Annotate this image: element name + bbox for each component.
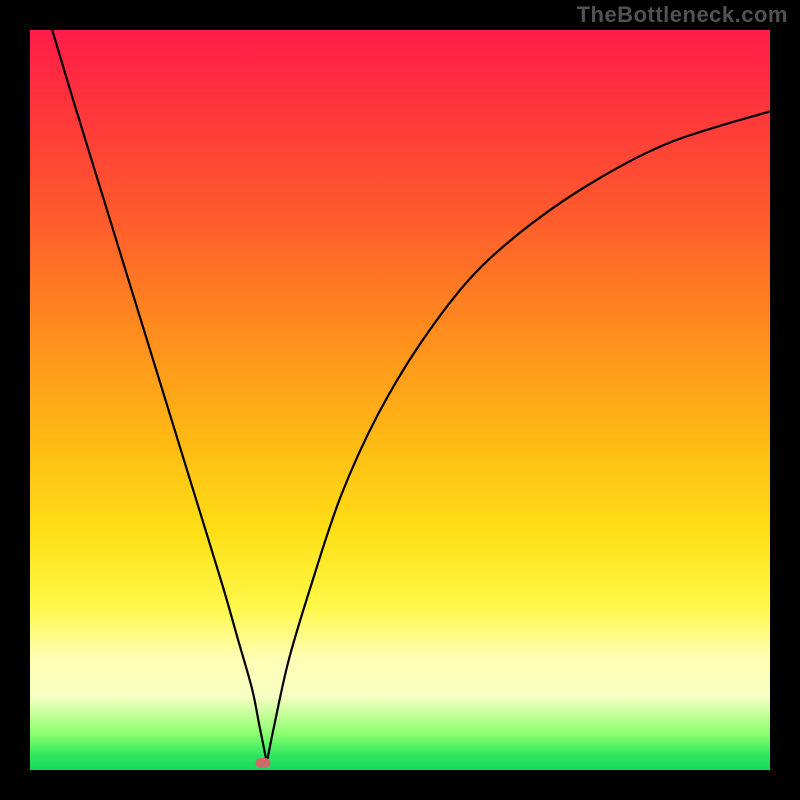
bottleneck-curve (30, 30, 770, 770)
curve-path (52, 30, 770, 763)
watermark-text: TheBottleneck.com (577, 2, 788, 28)
chart-frame: TheBottleneck.com (0, 0, 800, 800)
plot-area (30, 30, 770, 770)
optimal-point-marker (256, 758, 271, 768)
